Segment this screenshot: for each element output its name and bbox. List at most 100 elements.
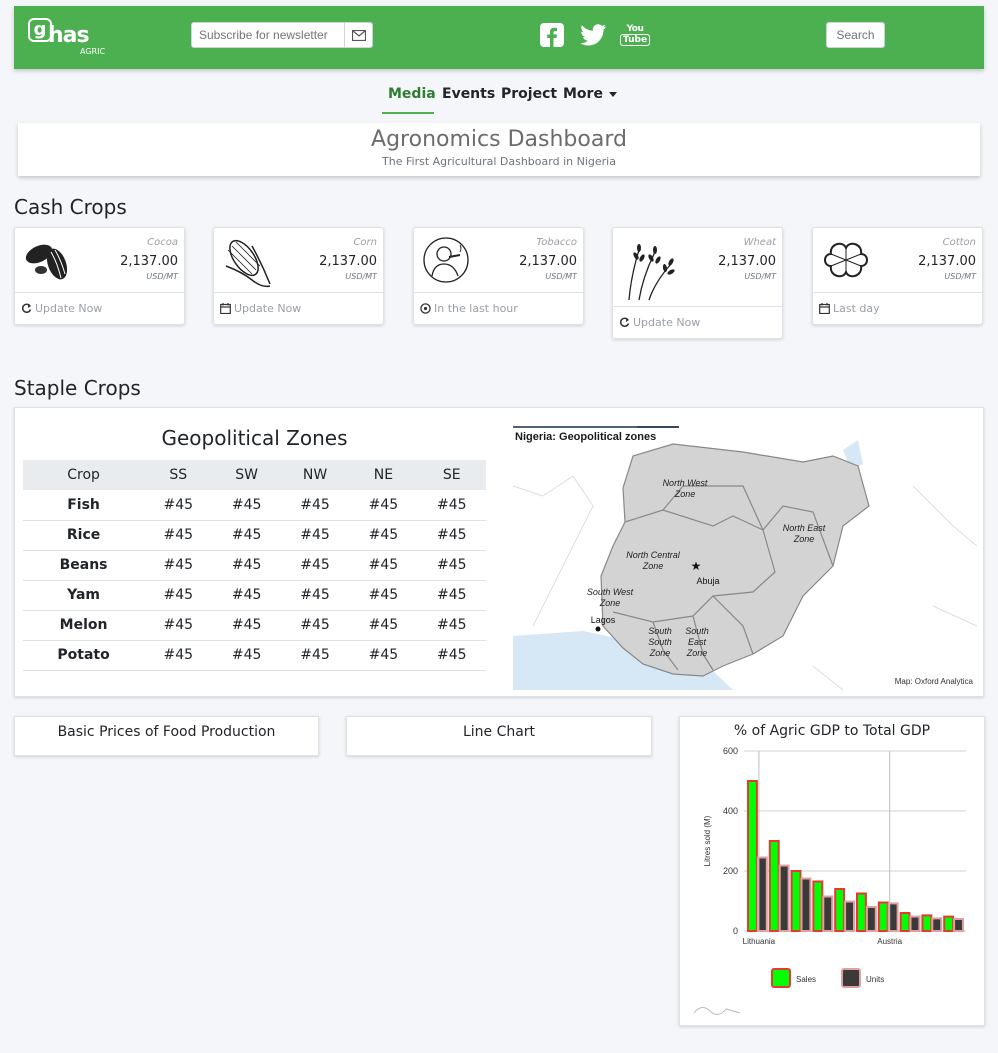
table-cell: #45 xyxy=(417,490,486,521)
table-cell: #45 xyxy=(280,640,350,671)
legend-label: Units xyxy=(866,975,884,984)
lagos-label: Lagos xyxy=(591,615,616,625)
map-label: South West xyxy=(587,587,634,597)
cash-crops-title: Cash Crops xyxy=(14,195,127,219)
bar-sales xyxy=(899,912,911,932)
crop-card-corn[interactable]: Corn 2,137.00 USD/MT Update Now xyxy=(213,227,384,325)
table-cell: #45 xyxy=(212,490,281,521)
table-cell: #45 xyxy=(212,580,281,611)
column-header: SW xyxy=(212,460,281,490)
table-cell: #45 xyxy=(417,610,486,641)
nav-project[interactable]: Project xyxy=(501,84,557,104)
nav-more-label: More xyxy=(563,86,603,102)
crop-card-cocoa[interactable]: Cocoa 2,137.00 USD/MT Update Now xyxy=(14,227,185,325)
card-footer[interactable]: Update Now xyxy=(214,292,383,324)
nav-active-indicator xyxy=(382,112,434,114)
table-cell: #45 xyxy=(349,610,418,641)
logo[interactable]: g has AGRIC xyxy=(28,18,105,58)
card-footer[interactable]: Update Now xyxy=(15,292,184,324)
y-tick-label: 200 xyxy=(723,866,738,876)
table-cell: Beans xyxy=(23,550,145,581)
table-cell: #45 xyxy=(417,550,486,581)
map-label: Zone xyxy=(649,648,671,658)
bar-sales xyxy=(747,780,758,932)
table-cell: #45 xyxy=(144,640,213,671)
x-tick-label: Lithuania xyxy=(743,937,776,946)
map-title: Nigeria: Geopolitical zones xyxy=(515,431,656,443)
youtube-icon: You Tube xyxy=(619,24,651,46)
table-cell: #45 xyxy=(212,520,281,551)
staple-crops-title: Staple Crops xyxy=(14,376,141,400)
bar-sales xyxy=(768,840,780,932)
column-header: SE xyxy=(417,460,486,490)
bar-units xyxy=(822,895,834,932)
crop-price: 2,137.00 xyxy=(918,254,976,269)
facebook-link[interactable] xyxy=(540,20,564,50)
table-row: Fish #45 #45 #45 #45 #45 xyxy=(23,490,486,521)
search-button[interactable]: Search xyxy=(826,22,885,48)
table-cell: #45 xyxy=(349,580,418,611)
refresh-icon xyxy=(619,317,630,327)
bar-units xyxy=(953,918,965,932)
twitter-link[interactable] xyxy=(581,20,607,50)
clock-icon xyxy=(420,303,431,314)
table-row: Yam #45 #45 #45 #45 #45 xyxy=(23,580,486,611)
table-cell: #45 xyxy=(280,610,350,641)
crop-name: Tobacco xyxy=(536,237,577,248)
cotton-icon xyxy=(821,236,871,288)
legend-swatch xyxy=(771,968,791,988)
y-axis-label: Litres sold (M) xyxy=(703,815,712,866)
crop-card-cotton[interactable]: Cotton 2,137.00 USD/MT Last day xyxy=(812,227,983,325)
staple-crops-card: Geopolitical Zones Crop SS SW NW NE SE F… xyxy=(14,407,984,697)
subscribe-button[interactable] xyxy=(344,23,372,47)
footer-label: Update Now xyxy=(633,316,701,329)
cocoa-icon xyxy=(23,236,73,286)
zones-title: Geopolitical Zones xyxy=(161,426,348,450)
nav-more[interactable]: More xyxy=(563,84,617,104)
bar-sales xyxy=(856,892,867,932)
bar-units xyxy=(909,915,921,933)
column-header: SS xyxy=(144,460,213,490)
map-label: North Central xyxy=(626,550,681,560)
line-chart-card[interactable]: Line Chart xyxy=(346,716,652,756)
table-cell: #45 xyxy=(144,580,213,611)
dashboard-subtitle: The First Agricultural Dashboard in Nige… xyxy=(382,155,616,168)
nav-media[interactable]: Media xyxy=(388,84,436,104)
column-header: Crop xyxy=(23,460,145,490)
lagos-marker xyxy=(595,626,601,632)
chart-watermark xyxy=(693,1007,741,1015)
table-cell: Potato xyxy=(23,640,145,671)
card-footer[interactable]: Update Now xyxy=(613,306,782,338)
crop-price: 2,137.00 xyxy=(319,254,377,269)
basic-prices-card[interactable]: Basic Prices of Food Production xyxy=(14,716,319,756)
map-label: South xyxy=(685,626,709,636)
legend-label: Sales xyxy=(796,975,816,984)
subscribe-input[interactable] xyxy=(192,23,344,47)
bar-sales xyxy=(877,901,889,932)
table-row: Potato #45 #45 #45 #45 #45 xyxy=(23,640,486,671)
card-footer[interactable]: In the last hour xyxy=(414,292,583,324)
table-cell: #45 xyxy=(349,550,418,581)
table-cell: #45 xyxy=(144,520,213,551)
table-cell: #45 xyxy=(417,580,486,611)
logo-text: has xyxy=(48,23,90,48)
bar-units xyxy=(931,917,943,932)
table-cell: Fish xyxy=(23,490,145,521)
table-cell: #45 xyxy=(280,550,350,581)
youtube-link[interactable]: You Tube xyxy=(619,20,651,50)
crop-unit: USD/MT xyxy=(345,272,377,281)
map-label: East xyxy=(688,637,707,647)
crop-price: 2,137.00 xyxy=(718,254,776,269)
crop-card-wheat[interactable]: Wheat 2,137.00 USD/MT Update Now xyxy=(612,227,783,339)
crop-card-tobacco[interactable]: Tobacco 2,137.00 USD/MT In the last hour xyxy=(413,227,584,325)
card-footer[interactable]: Last day xyxy=(813,292,982,324)
footer-label: Update Now xyxy=(35,302,103,315)
bar-sales xyxy=(812,880,824,932)
nav-events[interactable]: Events xyxy=(442,84,495,104)
table-cell: #45 xyxy=(349,490,418,521)
table-header-row: Crop SS SW NW NE SE xyxy=(23,460,486,490)
dashboard-title: Agronomics Dashboard xyxy=(371,127,627,152)
abuja-label: Abuja xyxy=(696,576,719,586)
footer-label: Last day xyxy=(833,302,880,315)
table-cell: #45 xyxy=(349,520,418,551)
